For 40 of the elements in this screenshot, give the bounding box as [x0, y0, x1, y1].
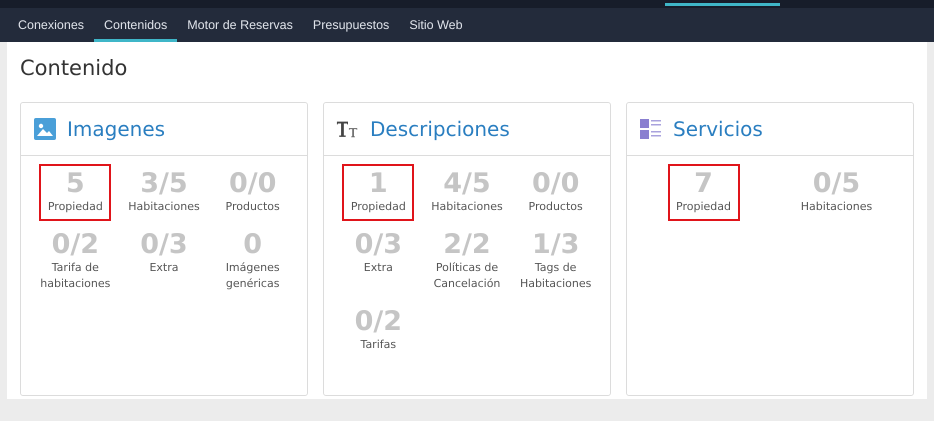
card-title[interactable]: Servicios [673, 117, 763, 141]
stat-value: 0/0 [228, 168, 276, 199]
stat-value: 0/5 [812, 168, 860, 199]
nav-tab[interactable]: Presupuestos [302, 8, 400, 42]
stat-label: Habitaciones [431, 199, 503, 215]
nav-tab[interactable]: Sitio Web [399, 8, 473, 42]
stat-label: Políticas de Cancelación [432, 260, 502, 292]
stat-label: Habitaciones [128, 199, 200, 215]
stat-value: 0 [243, 228, 262, 260]
stat-label: Imágenes genéricas [224, 260, 281, 292]
list-icon [639, 118, 663, 140]
nav-tab[interactable]: Motor de Reservas [177, 8, 303, 42]
stat-label: Tarifa de habitaciones [39, 260, 112, 292]
image-icon [33, 118, 57, 140]
stat-value: 0/0 [532, 168, 580, 199]
stat-label: Tags de Habitaciones [519, 260, 592, 292]
stat-label: Extra [149, 260, 178, 276]
stat-label: Propiedad [676, 199, 731, 215]
stat-value: 5 [66, 168, 85, 199]
stat-label: Propiedad [350, 199, 406, 215]
stat-value: 3/5 [140, 168, 188, 199]
stat-value: 0/3 [140, 228, 188, 260]
stat-value: 1 [368, 168, 388, 199]
stat-value: 0/3 [354, 228, 402, 260]
stat-value: 1/3 [532, 228, 580, 260]
card-title[interactable]: Imagenes [67, 117, 166, 141]
stat-value: 0/2 [354, 306, 402, 337]
stat-label: Productos [226, 199, 280, 215]
stat-value: 4/5 [443, 168, 491, 199]
nav-tab[interactable]: Conexiones [8, 8, 94, 42]
stat-label: Productos [528, 199, 583, 215]
stat-value: 7 [694, 168, 713, 199]
card-title[interactable]: Descripciones [370, 117, 510, 141]
page-title: Contenido [20, 56, 128, 80]
stat-value: 0/2 [52, 228, 100, 260]
stat-label: Habitaciones [800, 199, 872, 215]
stat-value: 2/2 [443, 228, 491, 260]
stat-label: Extra [364, 260, 393, 276]
stat-label: Propiedad [48, 199, 103, 215]
stat-label: Tarifas [360, 336, 396, 353]
